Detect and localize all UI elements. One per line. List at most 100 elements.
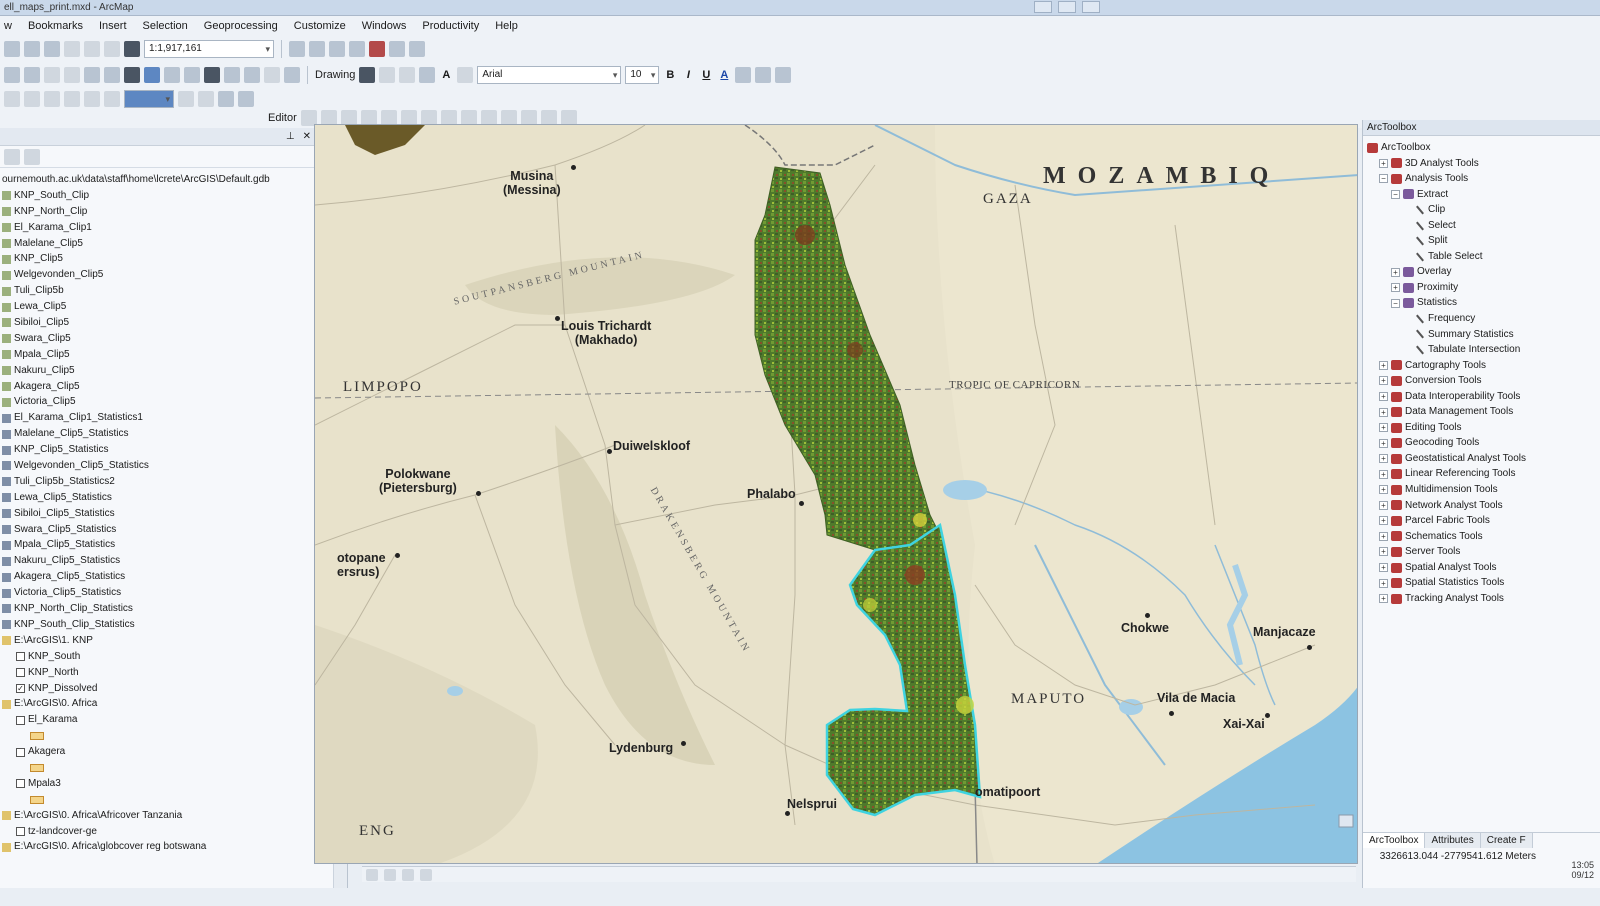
underline-button[interactable]: U <box>699 69 713 81</box>
toolbox-item-toolbox[interactable]: + Linear Referencing Tools <box>1363 466 1600 482</box>
zoom-to-selected-elements-icon[interactable] <box>399 67 416 83</box>
edit-vertices-icon[interactable] <box>457 67 474 83</box>
expand-toggle-icon[interactable]: + <box>1379 547 1388 557</box>
toc-layer-item[interactable]: Tuli_Clip5b_Statistics2 <box>2 474 347 490</box>
toc-layer-item[interactable]: KNP_Dissolved <box>2 681 347 697</box>
expand-toggle-icon[interactable]: + <box>1379 454 1388 464</box>
toolbox-item-toolset[interactable]: + Proximity <box>1363 280 1600 296</box>
toc-layer-item[interactable]: El_Karama_Clip1 <box>2 220 347 236</box>
maximize-button[interactable] <box>1058 1 1076 13</box>
toc-layer-item[interactable]: KNP_South_Clip <box>2 188 347 204</box>
data-view-icon[interactable] <box>366 868 378 881</box>
toolbox-item-toolbox[interactable]: + Conversion Tools <box>1363 373 1600 389</box>
toc-layer-item[interactable]: Malelane_Clip5_Statistics <box>2 426 347 442</box>
forward-extent-icon[interactable] <box>64 67 80 83</box>
fill-color-icon[interactable] <box>735 67 752 83</box>
checkbox-checked-icon[interactable] <box>16 683 25 693</box>
identify-icon[interactable] <box>144 67 160 83</box>
minimize-button[interactable] <box>1034 1 1052 13</box>
toc-layer-item[interactable]: Akagera <box>2 744 347 760</box>
measure-icon[interactable] <box>184 67 200 83</box>
toolbox-item-toolset[interactable]: − Extract <box>1363 187 1600 203</box>
menu-item-window[interactable]: w <box>4 20 12 32</box>
layout-view-icon[interactable] <box>384 868 396 881</box>
toolbox-item-toolbox[interactable]: + Multidimension Tools <box>1363 482 1600 498</box>
layout-view-icon[interactable] <box>1338 814 1354 828</box>
pause-drawing-icon[interactable] <box>420 868 432 881</box>
back-extent-icon[interactable] <box>44 67 60 83</box>
search-window-icon[interactable] <box>349 41 365 57</box>
editor-menu[interactable]: Editor <box>268 112 297 124</box>
time-slider-icon[interactable] <box>244 67 260 83</box>
model-builder-icon[interactable] <box>409 41 425 57</box>
toc-layer-item[interactable]: Sibiloi_Clip5 <box>2 315 347 331</box>
toc-layer-item[interactable]: Mpala_Clip5_Statistics <box>2 537 347 553</box>
toc-layer-item[interactable]: Sibiloi_Clip5_Statistics <box>2 506 347 522</box>
line-color-icon[interactable] <box>755 67 772 83</box>
layer-icon[interactable] <box>84 91 100 107</box>
layout-icon[interactable] <box>284 67 300 83</box>
clear-selection-icon[interactable] <box>104 67 120 83</box>
expand-toggle-icon[interactable]: + <box>1391 267 1400 277</box>
editor-toolbar-icon[interactable] <box>289 41 305 57</box>
toolbox-item-toolset[interactable]: + Overlay <box>1363 264 1600 280</box>
expand-toggle-icon[interactable]: + <box>1379 516 1388 526</box>
bold-button[interactable]: B <box>663 69 677 81</box>
toc-layer-item[interactable]: El_Karama <box>2 712 347 728</box>
menu-item-selection[interactable]: Selection <box>143 20 188 32</box>
drawing-menu[interactable]: Drawing <box>315 69 355 81</box>
layer-icon[interactable] <box>44 91 60 107</box>
toc-layer-item[interactable]: Welgevonden_Clip5 <box>2 267 347 283</box>
arctoolbox-icon[interactable] <box>369 41 385 57</box>
layer-icon[interactable] <box>178 91 194 107</box>
toolbox-item-tool[interactable]: Summary Statistics <box>1363 327 1600 343</box>
toc-layer-item[interactable]: E:\ArcGIS\0. Africa\Africover Tanzania <box>2 808 347 824</box>
toc-layer-item[interactable]: Tuli_Clip5b <box>2 283 347 299</box>
print-icon[interactable] <box>24 41 40 57</box>
toolbox-item-tool[interactable]: Frequency <box>1363 311 1600 327</box>
html-popup-icon[interactable] <box>164 67 180 83</box>
expand-toggle-icon[interactable]: − <box>1391 189 1400 199</box>
expand-toggle-icon[interactable]: + <box>1379 563 1388 573</box>
expand-toggle-icon[interactable]: + <box>1379 578 1388 588</box>
tab-arctoolbox[interactable]: ArcToolbox <box>1363 833 1426 848</box>
expand-toggle-icon[interactable]: + <box>1379 407 1388 417</box>
toolbox-item-toolset[interactable]: − Statistics <box>1363 295 1600 311</box>
toc-layer-item[interactable]: KNP_South <box>2 649 347 665</box>
zoom-in-icon[interactable] <box>4 67 20 83</box>
toc-workspace-path[interactable]: ournemouth.ac.uk\data\staff\home\lcrete\… <box>2 172 347 188</box>
expand-toggle-icon[interactable]: + <box>1379 438 1388 448</box>
toolbox-item-tool[interactable]: Split <box>1363 233 1600 249</box>
toolbox-item-toolbox[interactable]: + Spatial Statistics Tools <box>1363 575 1600 591</box>
toolbox-item-toolbox[interactable]: +3D Analyst Tools <box>1363 156 1600 172</box>
undo-icon[interactable] <box>84 41 100 57</box>
layer-icon[interactable] <box>104 91 120 107</box>
menu-item-customize[interactable]: Customize <box>294 20 346 32</box>
layer-icon[interactable] <box>198 91 214 107</box>
toc-window-icon[interactable] <box>309 41 325 57</box>
find-icon[interactable] <box>204 67 220 83</box>
menu-item-bookmarks[interactable]: Bookmarks <box>28 20 83 32</box>
toc-layer-item[interactable]: Mpala_Clip5 <box>2 347 347 363</box>
expand-toggle-icon[interactable]: + <box>1379 485 1388 495</box>
toc-layer-item[interactable]: KNP_Clip5 <box>2 251 347 267</box>
toolbox-item-toolbox[interactable]: + Editing Tools <box>1363 420 1600 436</box>
toolbox-item-toolbox[interactable]: + Cartography Tools <box>1363 358 1600 374</box>
toc-layer-item[interactable]: KNP_North_Clip <box>2 204 347 220</box>
toolbox-item-tool[interactable]: Tabulate Intersection <box>1363 342 1600 358</box>
rotate-icon[interactable] <box>379 67 396 83</box>
toolbox-item-toolbox[interactable]: + Network Analyst Tools <box>1363 498 1600 514</box>
tab-attributes[interactable]: Attributes <box>1425 833 1481 848</box>
toolbox-item-toolbox[interactable]: + Data Management Tools <box>1363 404 1600 420</box>
expand-toggle-icon[interactable]: + <box>1379 158 1388 168</box>
layer-icon[interactable] <box>64 91 80 107</box>
toc-layer-item[interactable]: E:\ArcGIS\1. KNP <box>2 633 347 649</box>
close-icon[interactable]: ✕ <box>303 131 311 142</box>
catalog-window-icon[interactable] <box>329 41 345 57</box>
layer-combo[interactable] <box>124 90 174 108</box>
expand-toggle-icon[interactable]: − <box>1379 174 1388 184</box>
delete-icon[interactable] <box>64 41 80 57</box>
toolbox-item-toolbox[interactable]: + Geocoding Tools <box>1363 435 1600 451</box>
toc-layer-item[interactable]: El_Karama_Clip1_Statistics1 <box>2 410 347 426</box>
font-size-combo[interactable]: 10 <box>625 66 660 84</box>
